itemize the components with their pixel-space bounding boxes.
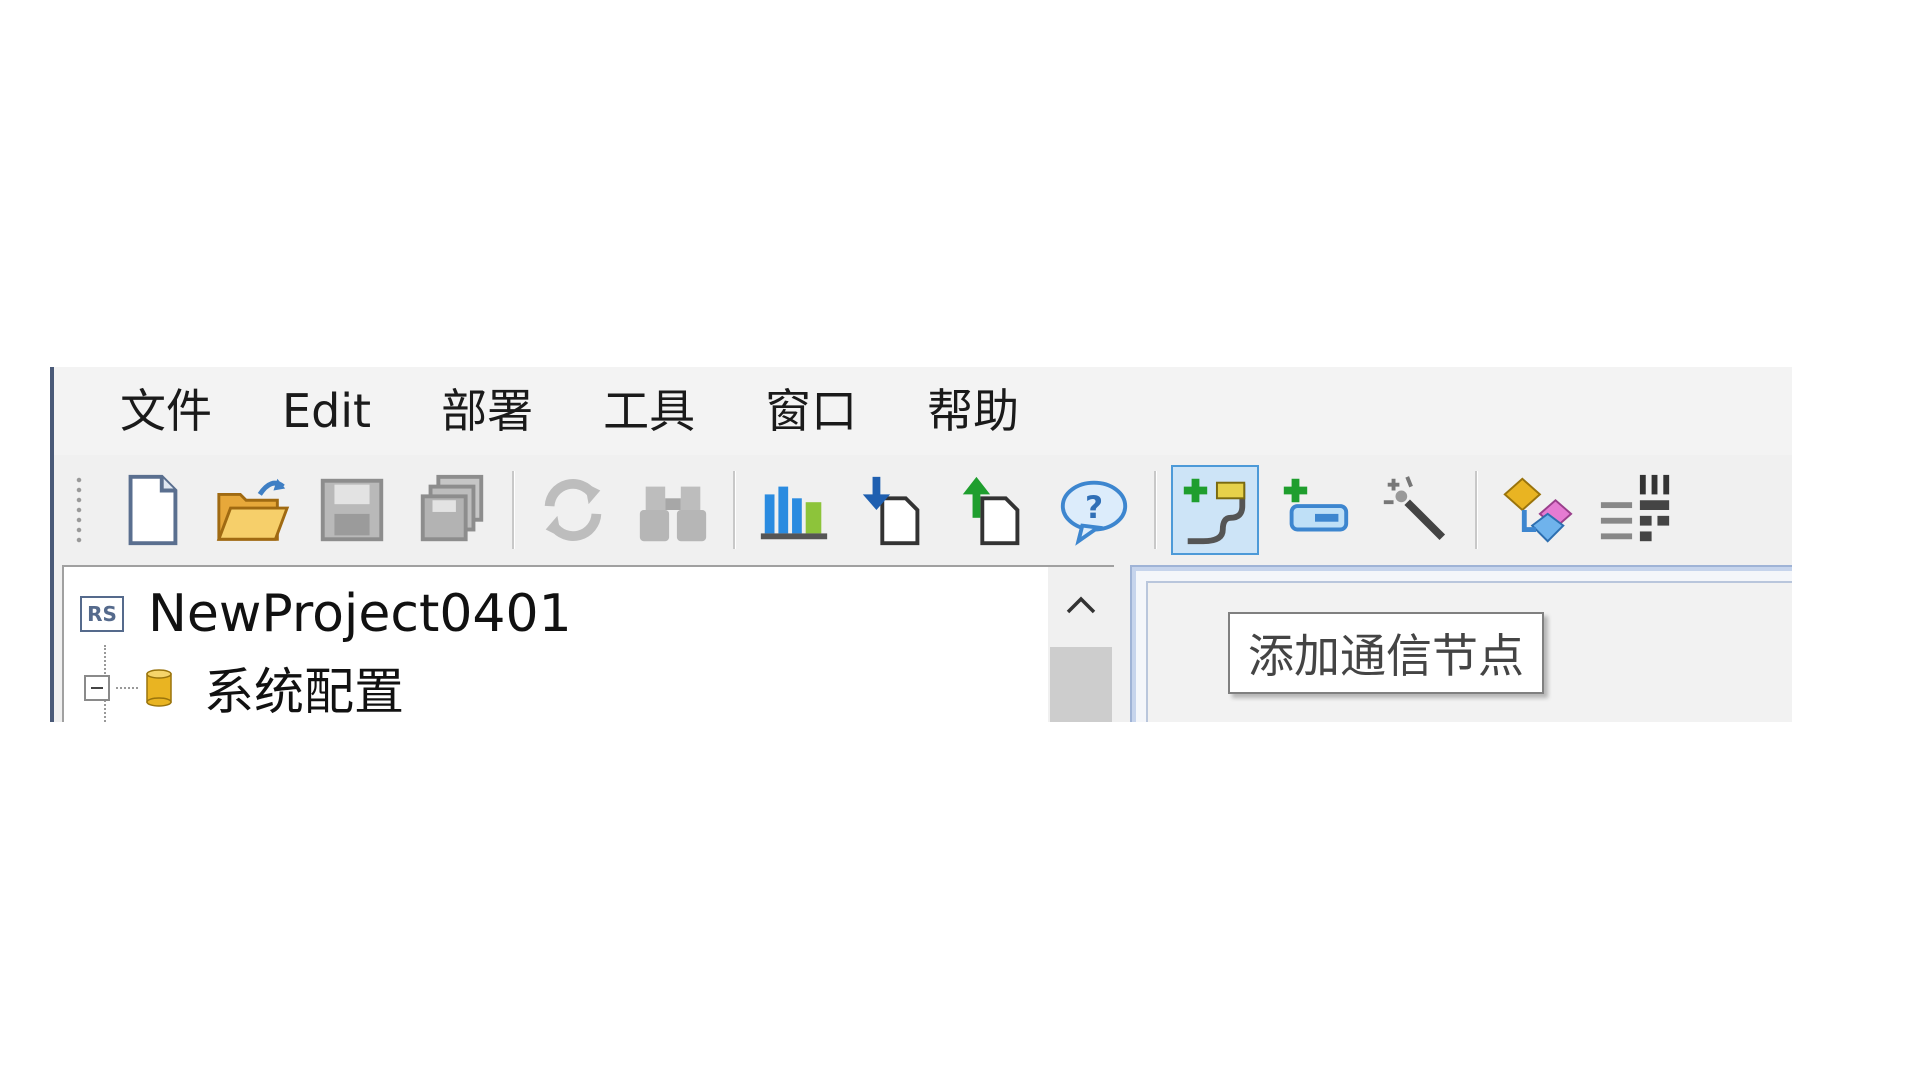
project-tree-panel: RS NewProject0401 系统配置: [62, 565, 1114, 722]
open-folder-icon: [216, 478, 290, 541]
project-name-label: NewProject0401: [148, 584, 572, 644]
toolbar-separator: [512, 471, 515, 549]
download-icon: [862, 476, 920, 546]
find-button[interactable]: [629, 465, 717, 555]
binoculars-icon: [639, 486, 707, 542]
refresh-icon: [544, 479, 602, 541]
toolbar-grip[interactable]: [76, 475, 82, 545]
refresh-button[interactable]: [529, 465, 617, 555]
menu-help[interactable]: 帮助: [927, 367, 1019, 455]
toolbar-separator: [733, 471, 736, 549]
wizard-button[interactable]: [1371, 465, 1459, 555]
scroll-thumb[interactable]: [1050, 647, 1112, 722]
add-comm-node-button[interactable]: [1171, 465, 1259, 555]
menu-window[interactable]: 窗口: [765, 367, 857, 455]
system-config-label: 系统配置: [204, 663, 404, 721]
new-file-button[interactable]: [108, 465, 196, 555]
toolbar-separator: [1475, 471, 1478, 549]
menu-file[interactable]: 文件: [120, 367, 212, 455]
toolbar-separator: [1154, 471, 1157, 549]
app-window: 文件 Edit 部署 工具 窗口 帮助 ? RS NewProject0401 …: [50, 367, 1792, 722]
menu-bar: 文件 Edit 部署 工具 窗口 帮助: [54, 367, 1792, 455]
open-button[interactable]: [208, 465, 296, 555]
grid-icon: [1600, 474, 1670, 542]
help-button[interactable]: ?: [1050, 465, 1138, 555]
menu-tools[interactable]: 工具: [603, 367, 695, 455]
download-button[interactable]: [850, 465, 938, 555]
grid-button[interactable]: [1592, 465, 1680, 555]
mapping-button[interactable]: [1492, 465, 1580, 555]
menu-deploy[interactable]: 部署: [441, 367, 533, 455]
add-plug-icon: [1183, 478, 1246, 545]
tree-node-system-config[interactable]: 系统配置: [84, 653, 404, 722]
add-device-button[interactable]: [1271, 465, 1359, 555]
diamond-arrow-icon: [1503, 477, 1573, 543]
bar-chart-icon: [760, 486, 828, 540]
save-button[interactable]: [308, 465, 396, 555]
upload-button[interactable]: [950, 465, 1038, 555]
chevron-up-icon: [1066, 596, 1096, 614]
database-icon: [146, 669, 172, 707]
magic-wand-icon: [1383, 476, 1446, 541]
add-device-icon: [1283, 478, 1349, 532]
save-all-button[interactable]: [408, 465, 496, 555]
tree-vertical-scrollbar[interactable]: [1048, 567, 1114, 722]
menu-edit[interactable]: Edit: [282, 367, 371, 455]
help-bubble-icon: ?: [1060, 480, 1128, 546]
scroll-up-button[interactable]: [1048, 567, 1114, 643]
toolbar: ?: [54, 455, 1792, 565]
chart-button[interactable]: [750, 465, 838, 555]
save-disk-icon: [320, 478, 384, 542]
upload-icon: [962, 476, 1020, 546]
tooltip-add-comm-node: 添加通信节点: [1228, 612, 1544, 694]
tree-connector-h: [116, 687, 138, 689]
collapse-toggle-icon[interactable]: [84, 675, 110, 701]
project-rs-icon: RS: [80, 596, 124, 632]
tree-node-project[interactable]: RS NewProject0401: [80, 579, 572, 649]
new-document-icon: [128, 474, 178, 546]
svg-text:?: ?: [1085, 490, 1103, 526]
save-all-icon: [420, 474, 484, 542]
